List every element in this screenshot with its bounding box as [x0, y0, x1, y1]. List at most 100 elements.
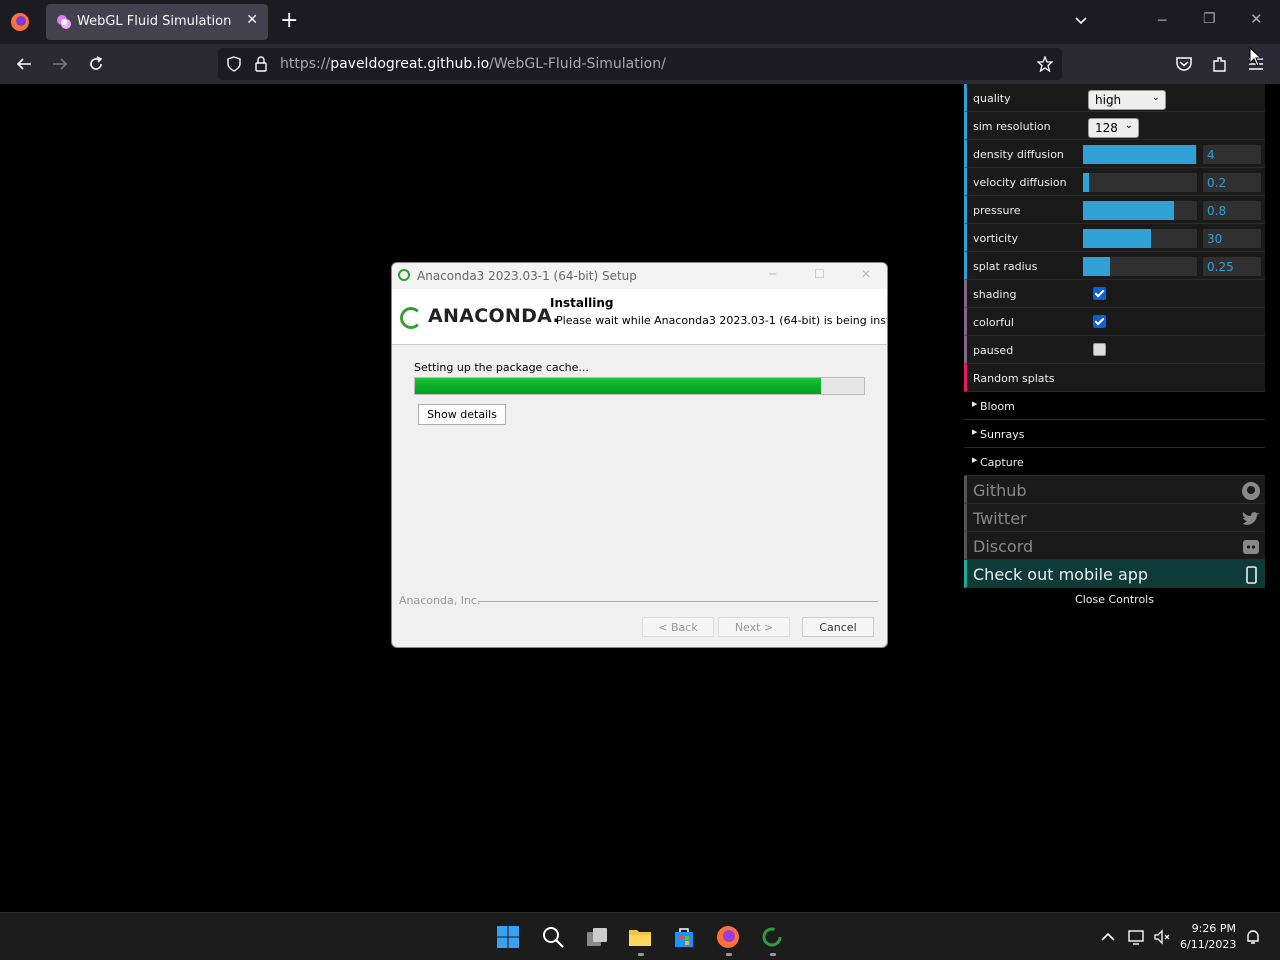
reload-icon[interactable] [87, 55, 105, 73]
slider-track[interactable] [1083, 145, 1197, 164]
slider-row: pressure 0.8 [964, 196, 1265, 224]
slider-fill [1083, 145, 1196, 164]
running-indicator [726, 953, 732, 956]
forward-arrow-icon[interactable] [51, 55, 69, 73]
dialog-close-icon[interactable]: ✕ [861, 267, 871, 281]
new-tab-plus-icon[interactable]: + [280, 9, 298, 33]
slider-value-input[interactable]: 0.25 [1203, 257, 1261, 276]
slider-value-input[interactable]: 0.2 [1203, 173, 1261, 192]
firefox-logo-icon[interactable] [10, 12, 30, 32]
header-subtitle: Please wait while Anaconda3 2023.03-1 (6… [556, 314, 888, 327]
browser-nav-bar: https://paveldogreat.github.io/WebGL-Flu… [0, 44, 1280, 84]
twitter-icon [1242, 512, 1260, 525]
microsoft-store-icon[interactable] [672, 925, 696, 949]
mobile-app-link[interactable]: Check out mobile app [964, 560, 1265, 588]
pocket-icon[interactable] [1175, 55, 1193, 73]
checkbox-row: shading [964, 280, 1265, 308]
slider-value-input[interactable]: 30 [1203, 229, 1261, 248]
url-bar[interactable]: https://paveldogreat.github.io/WebGL-Flu… [218, 48, 1062, 80]
anaconda-logo-text: ANACONDA. [428, 305, 561, 327]
quality-select[interactable]: high ⌄ [1088, 90, 1166, 110]
slider-value-input[interactable]: 4 [1203, 145, 1261, 164]
volume-muted-icon[interactable] [1153, 928, 1171, 946]
sim-resolution-select[interactable]: 128 ⌄ [1088, 118, 1139, 138]
browser-tab-bar: WebGL Fluid Simulation ✕ + ─ ❐ ✕ [0, 0, 1280, 44]
twitter-link[interactable]: Twitter [964, 504, 1265, 532]
slider-label: pressure [973, 204, 1021, 217]
triangle-right-icon: ▶ [972, 400, 978, 408]
cancel-button[interactable]: Cancel [802, 617, 874, 637]
anaconda-logo-icon [400, 307, 422, 329]
slider-fill [1083, 201, 1175, 220]
slider-track[interactable] [1083, 229, 1197, 248]
back-arrow-icon[interactable] [15, 55, 33, 73]
folder-capture[interactable]: ▶ Capture [964, 448, 1265, 476]
slider-fill [1083, 173, 1089, 192]
quality-row: quality high ⌄ [964, 84, 1265, 112]
github-icon [1242, 482, 1260, 500]
window-minimize-icon[interactable]: ─ [1158, 13, 1166, 29]
search-icon[interactable] [541, 925, 565, 949]
checkbox-row: colorful [964, 308, 1265, 336]
extensions-puzzle-icon[interactable] [1211, 55, 1229, 73]
close-controls-button[interactable]: Close Controls [964, 588, 1265, 610]
slider-label: velocity diffusion [973, 176, 1067, 189]
chevron-down-icon: ⌄ [1151, 92, 1160, 103]
mouse-cursor-icon [1249, 47, 1263, 67]
dialog-maximize-icon[interactable]: ☐ [814, 267, 825, 281]
chevron-down-icon: ⌄ [1124, 120, 1133, 131]
anaconda-taskbar-icon[interactable] [760, 925, 784, 949]
task-view-icon[interactable] [585, 925, 609, 949]
window-restore-icon[interactable]: ❐ [1203, 11, 1216, 27]
github-link[interactable]: Github [964, 476, 1265, 504]
notification-bell-icon[interactable] [1244, 928, 1262, 946]
tracking-shield-icon[interactable] [226, 56, 242, 72]
footer-divider [478, 601, 878, 602]
show-details-button[interactable]: Show details [418, 404, 506, 425]
slider-track[interactable] [1083, 201, 1197, 220]
checkbox[interactable] [1093, 315, 1106, 328]
quality-label: quality [973, 92, 1011, 105]
checkbox[interactable] [1093, 287, 1106, 300]
tab-close-icon[interactable]: ✕ [246, 12, 258, 28]
checkbox-label: paused [973, 344, 1014, 357]
back-button[interactable]: < Back [642, 617, 714, 637]
header-title: Installing [550, 296, 614, 310]
tray-chevron-up-icon[interactable] [1099, 928, 1117, 946]
checkbox-label: shading [973, 288, 1017, 301]
slider-track[interactable] [1083, 173, 1197, 192]
folder-sunrays[interactable]: ▶ Sunrays [964, 420, 1265, 448]
slider-value-input[interactable]: 0.8 [1203, 201, 1261, 220]
dialog-titlebar[interactable]: Anaconda3 2023.03-1 (64-bit) Setup ─ ☐ ✕ [392, 263, 887, 289]
fluid-controls-panel: quality high ⌄ sim resolution 128 ⌄ densit… [964, 84, 1265, 610]
tab-webgl-fluid[interactable]: WebGL Fluid Simulation ✕ [46, 4, 268, 40]
firefox-taskbar-icon[interactable] [716, 925, 740, 949]
checkbox[interactable] [1093, 343, 1106, 356]
slider-track[interactable] [1083, 257, 1197, 276]
slider-row: velocity diffusion 0.2 [964, 168, 1265, 196]
dialog-minimize-icon[interactable]: ─ [769, 267, 776, 281]
network-icon[interactable] [1127, 928, 1145, 946]
install-status-text: Setting up the package cache... [414, 361, 589, 374]
file-explorer-icon[interactable] [628, 925, 652, 949]
slider-label: vorticity [973, 232, 1019, 245]
triangle-right-icon: ▶ [972, 456, 978, 464]
slider-row: density diffusion 4 [964, 140, 1265, 168]
bookmark-star-icon[interactable] [1037, 56, 1053, 72]
sim-resolution-row: sim resolution 128 ⌄ [964, 112, 1265, 140]
list-all-tabs-chevron-icon[interactable] [1073, 13, 1089, 29]
next-button[interactable]: Next > [718, 617, 790, 637]
random-splats-button[interactable]: Random splats [964, 364, 1265, 392]
window-close-icon[interactable]: ✕ [1250, 10, 1263, 28]
lock-icon[interactable] [254, 56, 268, 72]
taskbar-clock[interactable]: 9:26 PM 6/11/2023 [1180, 921, 1236, 953]
windows-taskbar: 9:26 PM 6/11/2023 [0, 912, 1280, 960]
url-text[interactable]: https://paveldogreat.github.io/WebGL-Flu… [280, 56, 666, 72]
slider-label: splat radius [973, 260, 1038, 273]
sim-resolution-label: sim resolution [973, 120, 1051, 133]
slider-fill [1083, 229, 1152, 248]
windows-start-icon[interactable] [496, 925, 520, 949]
desktop-screen: WebGL Fluid Simulation ✕ + ─ ❐ ✕ https:/… [0, 0, 1280, 960]
discord-link[interactable]: Discord [964, 532, 1265, 560]
folder-bloom[interactable]: ▶ Bloom [964, 392, 1265, 420]
